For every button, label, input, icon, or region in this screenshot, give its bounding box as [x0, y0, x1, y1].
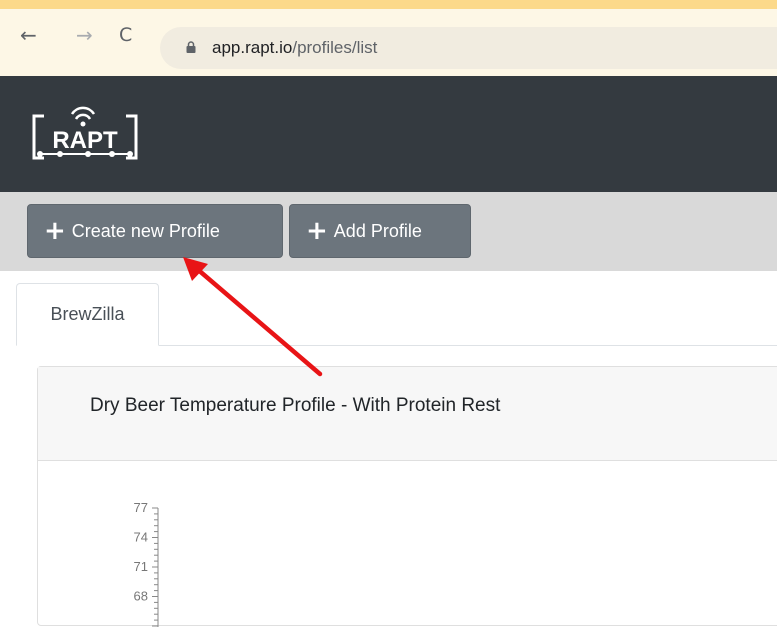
browser-top-stripe [0, 0, 777, 9]
y-tick-label: 74 [134, 530, 148, 545]
plus-icon: + [306, 216, 328, 246]
create-new-profile-button[interactable]: + Create new Profile [27, 204, 283, 258]
url-text: app.rapt.io/profiles/list [212, 37, 377, 59]
add-profile-label: Add Profile [333, 220, 422, 241]
add-profile-button[interactable]: + Add Profile [289, 204, 471, 258]
y-tick-label: 68 [134, 589, 148, 604]
logo-text: RAPT [52, 127, 118, 154]
app-header: RAPT [0, 76, 777, 192]
url-field[interactable]: app.rapt.io/profiles/list [160, 27, 777, 69]
profile-card: Dry Beer Temperature Profile - With Prot… [37, 366, 777, 627]
url-path: /profiles/list [292, 38, 378, 57]
temperature-chart: 77 74 71 68 [134, 500, 159, 627]
y-tick-label: 77 [134, 500, 148, 515]
profile-toolbar: + Create new Profile + Add Profile [0, 192, 777, 271]
lock-icon [186, 41, 196, 53]
tab-brewzilla[interactable]: BrewZilla [16, 283, 159, 346]
create-new-profile-label: Create new Profile [71, 220, 220, 241]
rapt-logo[interactable]: RAPT [30, 106, 140, 162]
reload-icon[interactable]: C [119, 25, 132, 45]
forward-icon[interactable]: → [76, 25, 93, 45]
url-domain: app.rapt.io [212, 38, 293, 57]
plus-icon: + [44, 216, 66, 246]
y-tick-label: 71 [134, 559, 148, 574]
browser-address-bar: ← → C app.rapt.io/profiles/list [0, 9, 777, 76]
back-icon[interactable]: ← [20, 25, 37, 45]
